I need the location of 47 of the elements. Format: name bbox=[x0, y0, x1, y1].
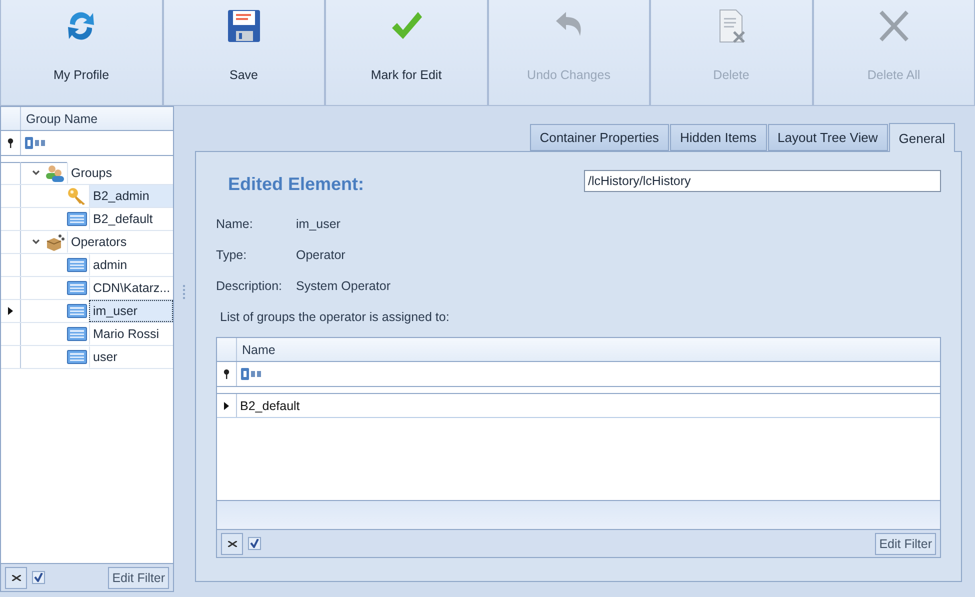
record-icon bbox=[67, 350, 87, 364]
toolbar-button[interactable]: My Profile bbox=[0, 0, 162, 106]
filter-row-icon bbox=[7, 138, 14, 148]
close-icon bbox=[228, 540, 236, 546]
column-header[interactable]: Name bbox=[237, 342, 276, 356]
clear-filter-button[interactable] bbox=[5, 566, 27, 588]
row-indicator-icon bbox=[8, 307, 13, 315]
record-icon bbox=[67, 304, 87, 318]
table-cell[interactable]: B2_default bbox=[237, 394, 940, 417]
edit-filter-button[interactable]: Edit Filter bbox=[875, 532, 936, 554]
close-icon bbox=[12, 574, 20, 580]
edit-filter-button[interactable]: Edit Filter bbox=[108, 566, 169, 588]
record-icon bbox=[67, 327, 87, 341]
field-value: System Operator bbox=[296, 278, 390, 292]
package-icon bbox=[45, 233, 65, 251]
tab[interactable]: Container Properties bbox=[530, 124, 669, 151]
toolbar-button[interactable]: Mark for Edit bbox=[325, 0, 488, 106]
key-icon bbox=[67, 187, 87, 205]
field-label: Name: bbox=[216, 216, 254, 230]
user-group-icon bbox=[45, 164, 65, 182]
row-indicator-icon bbox=[224, 402, 229, 410]
text-filter-icon bbox=[25, 137, 47, 149]
tree-item[interactable]: B2_admin bbox=[89, 185, 173, 207]
filter-row-icon bbox=[223, 369, 230, 379]
field-value: Operator bbox=[296, 248, 346, 262]
tab[interactable]: Hidden Items bbox=[670, 124, 767, 151]
tab[interactable]: Layout Tree View bbox=[768, 124, 888, 151]
record-icon bbox=[67, 258, 87, 272]
collapse-chevron-icon[interactable] bbox=[32, 169, 40, 177]
record-icon bbox=[67, 212, 87, 226]
toolbar-button[interactable]: Save bbox=[162, 0, 325, 106]
tree-item[interactable]: Groups bbox=[67, 162, 173, 184]
tree-item[interactable]: im_user bbox=[89, 300, 173, 322]
field-label: Description: bbox=[216, 278, 283, 292]
filter-checkbox[interactable] bbox=[248, 537, 261, 550]
close-icon bbox=[876, 8, 911, 44]
text-filter-icon bbox=[241, 368, 263, 380]
tab[interactable]: General bbox=[888, 123, 955, 152]
section-title: Edited Element: bbox=[227, 173, 364, 195]
collapse-chevron-icon[interactable] bbox=[32, 238, 40, 246]
record-icon bbox=[67, 281, 87, 295]
clear-filter-button[interactable] bbox=[221, 532, 243, 554]
list-caption: List of groups the operator is assigned to: bbox=[220, 310, 450, 324]
path-field[interactable]: /lcHistory/lcHistory bbox=[584, 170, 941, 192]
field-label: Type: bbox=[216, 248, 248, 262]
filter-checkbox[interactable] bbox=[32, 571, 45, 584]
field-value: im_user bbox=[296, 216, 340, 230]
